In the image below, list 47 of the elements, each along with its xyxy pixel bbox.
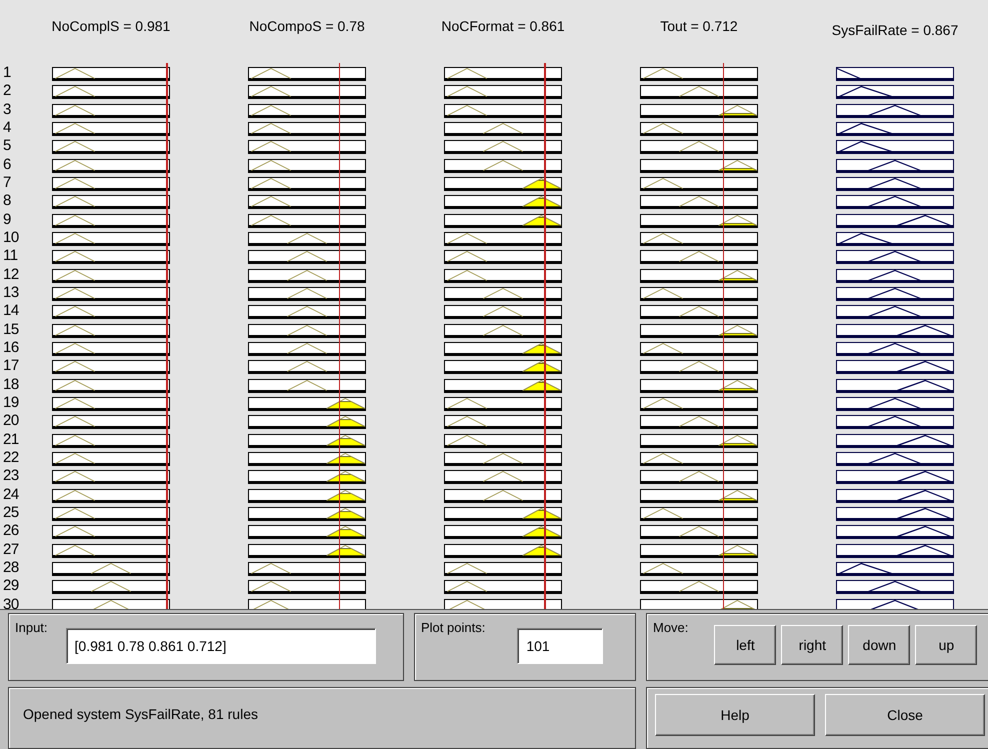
variable-label: NoComplS = 0.981 [52, 18, 170, 34]
plot-points-field[interactable]: 101 [517, 628, 604, 664]
move-label: Move: [653, 620, 688, 635]
rule-number: 28 [2, 558, 20, 578]
rule-number: 10 [2, 228, 20, 248]
variable-label: NoCompoS = 0.78 [249, 18, 365, 34]
input-label: Input: [15, 620, 48, 635]
rule-number: 27 [2, 540, 20, 559]
rule-number: 30 [2, 596, 20, 609]
variable-label: SysFailRate = 0.867 [832, 22, 958, 38]
rule-number: 19 [2, 394, 20, 412]
rule-number: 17 [2, 357, 20, 376]
rule-number: 16 [2, 338, 20, 358]
plot-points-label: Plot points: [421, 620, 486, 635]
rule-number: 14 [2, 302, 20, 321]
rule-number: 11 [2, 247, 19, 266]
rule-number: 2 [2, 82, 12, 101]
move-button[interactable]: down [848, 625, 910, 665]
dialog-button[interactable]: Close [825, 694, 985, 736]
rule-number: 12 [2, 266, 20, 284]
move-button[interactable]: right [781, 625, 844, 665]
move-button[interactable]: up [915, 625, 978, 665]
rule-number: 7 [2, 174, 12, 192]
rule-number: 24 [2, 486, 20, 504]
rule-number: 15 [2, 320, 20, 339]
rule-number: 22 [2, 448, 20, 468]
rule-number: 18 [2, 376, 20, 394]
rule-number: 25 [2, 504, 20, 522]
rule-number: 1 [2, 64, 12, 82]
rule-number: 21 [2, 430, 20, 449]
rule-number: 29 [2, 577, 20, 596]
rule-number: 8 [2, 192, 12, 211]
move-button[interactable]: left [714, 625, 776, 665]
rule-number: 26 [2, 522, 20, 541]
rule-number: 23 [2, 467, 20, 486]
rule-number: 13 [2, 284, 20, 302]
rule-number: 5 [2, 137, 12, 156]
dialog-button[interactable]: Help [655, 694, 815, 736]
status-message: Opened system SysFailRate, 81 rules [23, 706, 258, 722]
rule-number: 9 [2, 210, 12, 229]
variable-label: NoCFormat = 0.861 [441, 18, 565, 34]
input-field[interactable]: [0.981 0.78 0.861 0.712] [66, 628, 376, 664]
rule-number: 4 [2, 118, 12, 138]
variable-label: Tout = 0.712 [660, 18, 738, 34]
rule-number: 20 [2, 412, 20, 431]
rule-number: 3 [2, 100, 12, 119]
rule-number: 6 [2, 156, 12, 174]
